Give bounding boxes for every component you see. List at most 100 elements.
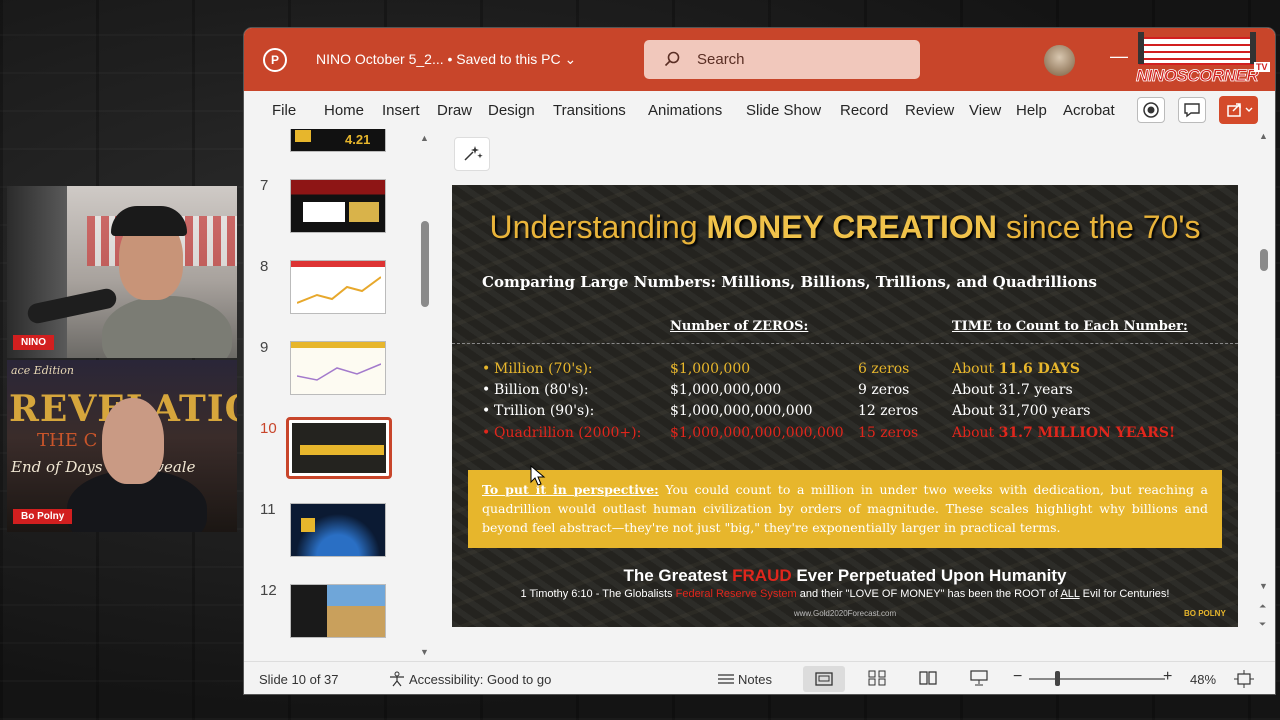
host-cap — [111, 206, 187, 236]
normal-view-button[interactable] — [803, 666, 845, 692]
zoom-slider[interactable] — [1029, 678, 1165, 680]
slide-title: Understanding MONEY CREATION since the 7… — [452, 209, 1238, 246]
zoom-slider-handle[interactable] — [1055, 671, 1060, 686]
avatar[interactable] — [1044, 45, 1075, 76]
host-shirt — [102, 296, 232, 358]
tab-slide-show[interactable]: Slide Show — [746, 102, 821, 119]
thumb-graphic — [303, 202, 345, 222]
header-zeros: Number of ZEROS: — [670, 319, 809, 334]
status-bar: Slide 10 of 37 Accessibility: Good to go… — [244, 661, 1275, 694]
current-slide[interactable]: Understanding MONEY CREATION since the 7… — [452, 185, 1238, 627]
slide-thumbnail-12[interactable] — [290, 584, 386, 638]
search-input[interactable]: Search — [644, 40, 920, 79]
tab-acrobat[interactable]: Acrobat — [1063, 102, 1115, 119]
slide-scroll-thumb[interactable] — [1260, 249, 1268, 271]
row-name: Trillion (90's): — [494, 403, 595, 419]
reading-view-icon[interactable] — [918, 670, 938, 686]
bullet-icon: • — [482, 403, 491, 419]
row-value: $1,000,000,000 — [670, 382, 782, 398]
zoom-out-icon[interactable]: − — [1013, 668, 1022, 686]
normal-view-icon — [815, 672, 833, 686]
thumbnail-scroll-thumb[interactable] — [421, 221, 429, 307]
webcam-guest: ace Edition REVELATION THE C NEWS End of… — [7, 360, 237, 532]
table-row: • Trillion (90's): $1,000,000,000,000 12… — [452, 403, 1238, 423]
slide-thumbnail-11[interactable] — [290, 503, 386, 557]
tab-transitions[interactable]: Transitions — [553, 102, 626, 119]
tab-help[interactable]: Help — [1016, 102, 1047, 119]
cursor-icon — [530, 465, 546, 486]
perspective-box: To put it in perspective: You could coun… — [468, 470, 1222, 548]
slide-number: 9 — [260, 339, 269, 356]
slide-thumbnail-8[interactable] — [290, 260, 386, 314]
tab-design[interactable]: Design — [488, 102, 535, 119]
comments-button[interactable] — [1178, 97, 1206, 123]
designer-button[interactable] — [454, 137, 490, 171]
slide-number: 12 — [260, 582, 277, 599]
slide-sorter-icon[interactable] — [867, 670, 887, 686]
thumb-graphic — [301, 518, 315, 532]
slide-thumbnail-6[interactable]: 4.21 — [290, 129, 386, 152]
slide-number: 7 — [260, 177, 269, 194]
slide-scrollbar[interactable]: ▲ ▼ ⏶ ⏷ — [1256, 129, 1272, 661]
brand-name: NINOSCORNER — [1136, 66, 1259, 86]
scroll-up-icon[interactable]: ▲ — [420, 133, 429, 143]
slide-thumbnail-10[interactable] — [286, 417, 392, 479]
tab-record[interactable]: Record — [840, 102, 888, 119]
slide-thumbnail-9[interactable] — [290, 341, 386, 395]
row-value: $1,000,000 — [670, 361, 751, 377]
tab-insert[interactable]: Insert — [382, 102, 420, 119]
notes-button[interactable]: Notes — [738, 672, 772, 687]
thumb-graphic — [291, 585, 327, 637]
row-zeros: 6 zeros — [858, 361, 910, 377]
row-time: About 31.7 MILLION YEARS! — [952, 425, 1175, 441]
zoom-level[interactable]: 48% — [1190, 672, 1216, 687]
row-zeros: 9 zeros — [858, 382, 910, 398]
slide-thumbnail-pane: 4.21 7 8 9 10 11 12 ▲ ▼ — [244, 129, 434, 661]
divider — [452, 343, 1238, 344]
powerpoint-icon[interactable]: P — [263, 48, 287, 72]
tab-view[interactable]: View — [969, 102, 1001, 119]
slide-thumbnail-7[interactable] — [290, 179, 386, 233]
scroll-down-icon[interactable]: ▼ — [420, 647, 429, 657]
slide-title-part: Understanding — [489, 209, 707, 245]
bullet-icon: • — [482, 425, 491, 441]
scroll-down-icon[interactable]: ▼ — [1259, 581, 1268, 591]
next-slide-icon[interactable]: ⏷ — [1259, 619, 1266, 630]
minimize-icon[interactable]: — — [1110, 46, 1128, 67]
fit-to-window-icon[interactable] — [1234, 670, 1254, 688]
fraud-heading: The Greatest FRAUD Ever Perpetuated Upon… — [452, 566, 1238, 586]
thumb-chart — [297, 363, 381, 381]
title-bar: P NINO October 5_2... • Saved to this PC… — [244, 28, 1275, 91]
row-zeros: 12 zeros — [858, 403, 919, 419]
previous-slide-icon[interactable]: ⏶ — [1259, 601, 1266, 612]
share-icon — [1227, 103, 1253, 117]
verse-text: 1 Timothy 6:10 - The Globalists — [520, 588, 676, 600]
verse-underline: ALL — [1060, 588, 1080, 600]
accessibility-status[interactable]: Accessibility: Good to go — [409, 672, 551, 687]
tab-review[interactable]: Review — [905, 102, 954, 119]
webcam-host: NINO — [7, 186, 237, 358]
share-button[interactable] — [1219, 96, 1258, 124]
record-button[interactable] — [1137, 97, 1165, 123]
record-icon — [1143, 102, 1159, 118]
slide-number: 11 — [260, 501, 276, 518]
header-time: TIME to Count to Each Number: — [952, 319, 1188, 334]
zoom-in-icon[interactable]: + — [1163, 668, 1172, 686]
accessibility-icon[interactable] — [387, 671, 407, 687]
ring-icon — [1138, 32, 1256, 65]
tab-animations[interactable]: Animations — [648, 102, 722, 119]
tab-home[interactable]: Home — [324, 102, 364, 119]
document-title[interactable]: NINO October 5_2... • Saved to this PC ⌄ — [316, 51, 576, 68]
scroll-up-icon[interactable]: ▲ — [1259, 131, 1268, 141]
thumbnail-scrollbar[interactable]: ▲ ▼ — [419, 129, 431, 661]
table-row: • Quadrillion (2000+): $1,000,000,000,00… — [452, 425, 1238, 445]
row-time-text: About — [952, 425, 999, 441]
row-name: Million (70's): — [494, 361, 593, 377]
webcam-label: Bo Polny — [13, 509, 73, 524]
tab-file[interactable]: File — [272, 102, 296, 119]
slideshow-icon[interactable] — [969, 670, 989, 686]
tab-draw[interactable]: Draw — [437, 102, 472, 119]
verse-text: Evil for Centuries! — [1079, 588, 1170, 600]
row-time: About 31.7 years — [952, 382, 1073, 398]
verse-emphasis: Federal Reserve System — [675, 588, 797, 600]
